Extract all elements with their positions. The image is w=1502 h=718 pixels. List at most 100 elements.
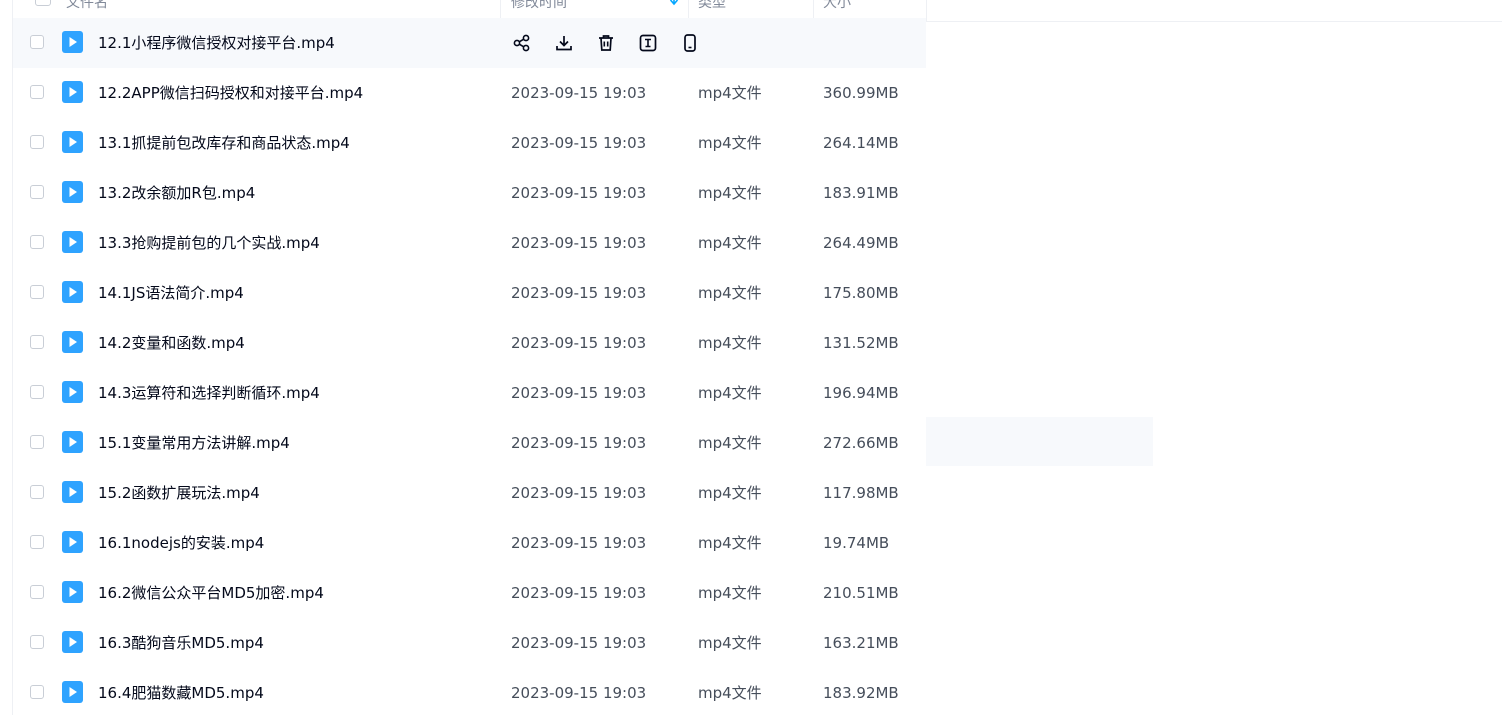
modified-time: 2023-09-15 19:03 xyxy=(511,334,647,352)
file-name[interactable]: 14.3运算符和选择判断循环.mp4 xyxy=(98,368,320,418)
table-row[interactable]: 14.2变量和函数.mp4 2023-09-15 19:03 mp4文件 131.52… xyxy=(13,318,926,368)
video-file-icon xyxy=(62,631,83,653)
video-file-icon xyxy=(62,531,83,553)
table-row[interactable]: 12.2APP微信扫码授权和对接平台.mp4 2023-09-15 19:03 mp… xyxy=(13,68,926,118)
file-name[interactable]: 12.1小程序微信授权对接平台.mp4 xyxy=(98,18,335,68)
modified-time: 2023-09-15 19:03 xyxy=(511,184,647,202)
modified-time: 2023-09-15 19:03 xyxy=(511,484,647,502)
modified-time: 2023-09-15 19:03 xyxy=(511,84,647,102)
file-name[interactable]: 16.2微信公众平台MD5加密.mp4 xyxy=(98,568,324,618)
file-name[interactable]: 16.1nodejs的安装.mp4 xyxy=(98,518,264,568)
row-checkbox[interactable] xyxy=(30,535,44,549)
row-checkbox[interactable] xyxy=(30,35,44,49)
video-file-icon xyxy=(62,381,83,403)
modified-time: 2023-09-15 19:03 xyxy=(511,284,647,302)
hover-highlight xyxy=(926,417,1153,466)
row-checkbox[interactable] xyxy=(30,285,44,299)
file-type: mp4文件 xyxy=(698,584,762,602)
arrow-down-icon[interactable] xyxy=(669,0,679,14)
row-checkbox[interactable] xyxy=(30,485,44,499)
table-row[interactable]: 16.4肥猫数藏MD5.mp4 2023-09-15 19:03 mp4文件 183.… xyxy=(13,668,926,718)
table-row[interactable]: 16.3酷狗音乐MD5.mp4 2023-09-15 19:03 mp4文件 163.… xyxy=(13,618,926,668)
video-file-icon xyxy=(62,681,83,703)
file-size: 183.92MB xyxy=(823,684,899,702)
file-name[interactable]: 14.1JS语法简介.mp4 xyxy=(98,268,244,318)
file-size: 175.80MB xyxy=(823,284,899,302)
video-file-icon xyxy=(62,31,83,53)
select-all-checkbox[interactable] xyxy=(35,0,51,6)
table-row[interactable]: 15.2函数扩展玩法.mp4 2023-09-15 19:03 mp4文件 117.9… xyxy=(13,468,926,518)
file-size: 117.98MB xyxy=(823,484,899,502)
file-name[interactable]: 13.3抢购提前包的几个实战.mp4 xyxy=(98,218,320,268)
row-checkbox[interactable] xyxy=(30,85,44,99)
table-row[interactable]: 15.1变量常用方法讲解.mp4 2023-09-15 19:03 mp4文件 272… xyxy=(13,418,926,468)
trash-icon[interactable] xyxy=(595,32,617,54)
file-size: 264.49MB xyxy=(823,234,899,252)
share-icon[interactable] xyxy=(511,32,533,54)
modified-time: 2023-09-15 19:03 xyxy=(511,634,647,652)
table-row[interactable]: 13.1抓提前包改库存和商品状态.mp4 2023-09-15 19:03 mp4文… xyxy=(13,118,926,168)
video-file-icon xyxy=(62,481,83,503)
row-checkbox[interactable] xyxy=(30,385,44,399)
video-file-icon xyxy=(62,231,83,253)
modified-time: 2023-09-15 19:03 xyxy=(511,684,647,702)
file-size: 272.66MB xyxy=(823,434,899,452)
modified-time: 2023-09-15 19:03 xyxy=(511,584,647,602)
file-name[interactable]: 16.3酷狗音乐MD5.mp4 xyxy=(98,618,264,668)
file-type: mp4文件 xyxy=(698,84,762,102)
row-checkbox[interactable] xyxy=(30,335,44,349)
modified-time: 2023-09-15 19:03 xyxy=(511,234,647,252)
table-row[interactable]: 13.3抢购提前包的几个实战.mp4 2023-09-15 19:03 mp4文件 2… xyxy=(13,218,926,268)
rename-icon[interactable] xyxy=(637,32,659,54)
row-checkbox[interactable] xyxy=(30,635,44,649)
file-name[interactable]: 13.1抓提前包改库存和商品状态.mp4 xyxy=(98,118,350,168)
file-type: mp4文件 xyxy=(698,384,762,402)
file-size: 210.51MB xyxy=(823,584,899,602)
row-checkbox[interactable] xyxy=(30,585,44,599)
file-name[interactable]: 14.2变量和函数.mp4 xyxy=(98,318,245,368)
row-checkbox[interactable] xyxy=(30,185,44,199)
row-checkbox[interactable] xyxy=(30,135,44,149)
modified-time: 2023-09-15 19:03 xyxy=(511,434,647,452)
file-size: 19.74MB xyxy=(823,534,890,552)
video-file-icon xyxy=(62,131,83,153)
file-name[interactable]: 15.1变量常用方法讲解.mp4 xyxy=(98,418,290,468)
modified-time: 2023-09-15 19:03 xyxy=(511,534,647,552)
file-type: mp4文件 xyxy=(698,434,762,452)
file-name[interactable]: 13.2改余额加R包.mp4 xyxy=(98,168,255,218)
video-file-icon xyxy=(62,331,83,353)
left-panel-edge xyxy=(0,0,13,715)
video-file-icon xyxy=(62,181,83,203)
phone-icon[interactable] xyxy=(679,32,701,54)
file-type: mp4文件 xyxy=(698,534,762,552)
row-checkbox[interactable] xyxy=(30,235,44,249)
file-type: mp4文件 xyxy=(698,184,762,202)
file-size: 360.99MB xyxy=(823,84,899,102)
file-type: mp4文件 xyxy=(698,484,762,502)
video-file-icon xyxy=(62,81,83,103)
table-row[interactable]: 14.1JS语法简介.mp4 2023-09-15 19:03 mp4文件 175.8… xyxy=(13,268,926,318)
table-row[interactable]: 13.2改余额加R包.mp4 2023-09-15 19:03 mp4文件 183.9… xyxy=(13,168,926,218)
modified-time: 2023-09-15 19:03 xyxy=(511,384,647,402)
row-checkbox[interactable] xyxy=(30,435,44,449)
video-file-icon xyxy=(62,431,83,453)
row-checkbox[interactable] xyxy=(30,685,44,699)
header-divider xyxy=(926,0,927,21)
table-row[interactable]: 12.1小程序微信授权对接平台.mp4 xyxy=(13,18,926,68)
video-file-icon xyxy=(62,281,83,303)
table-row[interactable]: 16.1nodejs的安装.mp4 2023-09-15 19:03 mp4文件 19… xyxy=(13,518,926,568)
file-type: mp4文件 xyxy=(698,684,762,702)
file-name[interactable]: 12.2APP微信扫码授权和对接平台.mp4 xyxy=(98,68,363,118)
file-size: 196.94MB xyxy=(823,384,899,402)
file-name[interactable]: 16.4肥猫数藏MD5.mp4 xyxy=(98,668,264,718)
file-type: mp4文件 xyxy=(698,234,762,252)
download-icon[interactable] xyxy=(553,32,575,54)
table-row[interactable]: 14.3运算符和选择判断循环.mp4 2023-09-15 19:03 mp4文件 1… xyxy=(13,368,926,418)
file-type: mp4文件 xyxy=(698,334,762,352)
table-row[interactable]: 16.2微信公众平台MD5加密.mp4 2023-09-15 19:03 mp4文件… xyxy=(13,568,926,618)
file-name[interactable]: 15.2函数扩展玩法.mp4 xyxy=(98,468,260,518)
file-size: 264.14MB xyxy=(823,134,899,152)
file-size: 131.52MB xyxy=(823,334,899,352)
file-size: 183.91MB xyxy=(823,184,899,202)
file-type: mp4文件 xyxy=(698,284,762,302)
